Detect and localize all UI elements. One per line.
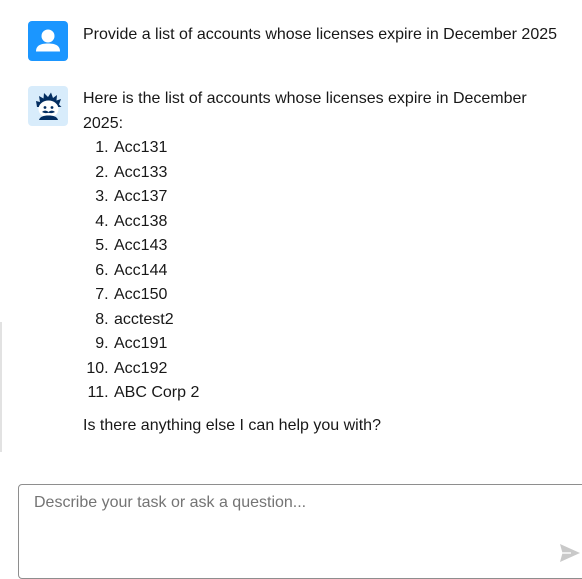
list-item: Acc150: [113, 283, 570, 308]
list-item: Acc137: [113, 185, 570, 210]
list-item: Acc143: [113, 234, 570, 259]
einstein-bot-icon: [28, 86, 68, 126]
assistant-closing-text: Is there anything else I can help you wi…: [83, 416, 381, 434]
list-item: Acc138: [113, 210, 570, 235]
task-input[interactable]: [19, 485, 582, 578]
list-item: Acc191: [113, 332, 570, 357]
assistant-intro-text: Here is the list of accounts whose licen…: [83, 90, 527, 132]
user-message: Provide a list of accounts whose license…: [28, 21, 570, 61]
message-composer: [18, 484, 582, 579]
account-list: Acc131 Acc133 Acc137 Acc138 Acc143 Acc14…: [83, 136, 570, 406]
send-button[interactable]: [559, 543, 581, 563]
list-item: ABC Corp 2: [113, 381, 570, 406]
assistant-message-body: Here is the list of accounts whose licen…: [83, 87, 570, 438]
chat-panel: Provide a list of accounts whose license…: [0, 0, 582, 579]
user-message-text: Provide a list of accounts whose license…: [83, 26, 558, 43]
user-icon: [28, 21, 68, 61]
send-icon: [560, 544, 580, 562]
assistant-message: Here is the list of accounts whose licen…: [28, 86, 570, 456]
list-item: Acc133: [113, 161, 570, 186]
list-item: Acc131: [113, 136, 570, 161]
list-item: Acc192: [113, 357, 570, 382]
list-item: acctest2: [113, 308, 570, 333]
scroll-divider: [0, 322, 2, 452]
list-item: Acc144: [113, 259, 570, 284]
